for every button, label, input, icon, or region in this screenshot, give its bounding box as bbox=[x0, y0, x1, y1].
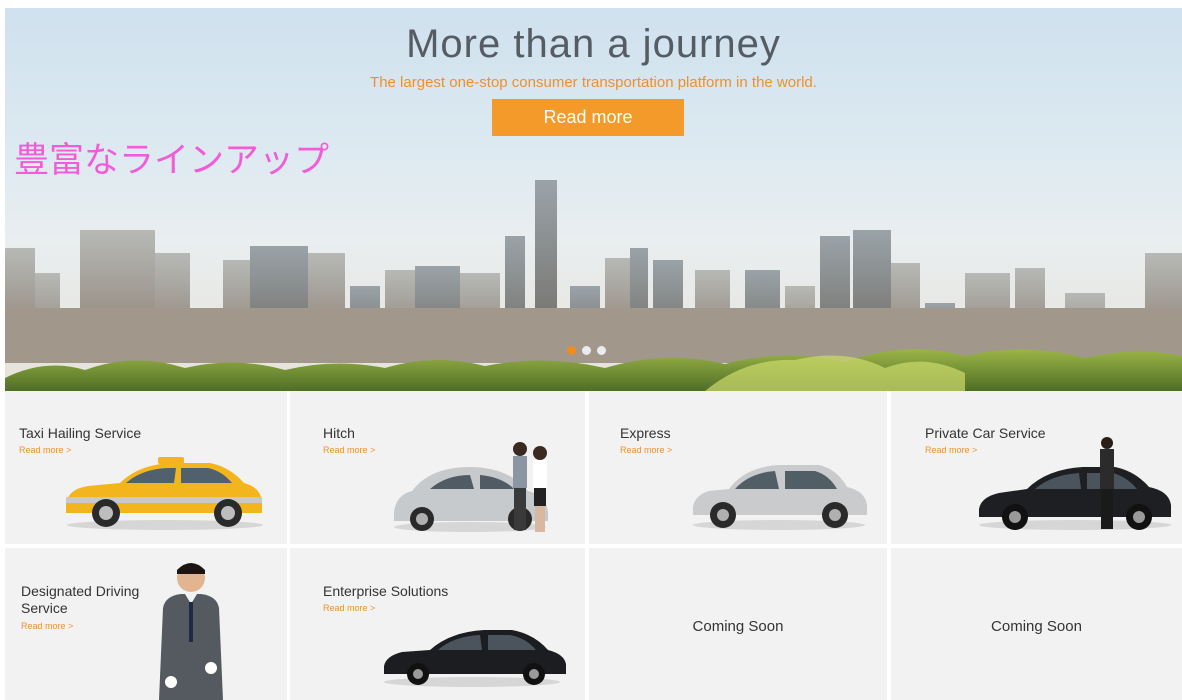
tile-read-more-link[interactable]: Read more > bbox=[21, 621, 73, 631]
tile-title: Express bbox=[620, 425, 671, 441]
service-tile-coming-soon-1: Coming Soon bbox=[589, 548, 887, 700]
service-tile-coming-soon-2: Coming Soon bbox=[891, 548, 1182, 700]
tile-read-more-link[interactable]: Read more > bbox=[925, 445, 977, 455]
tile-read-more-link[interactable]: Read more > bbox=[323, 445, 375, 455]
tile-read-more-link[interactable]: Read more > bbox=[620, 445, 672, 455]
slide-dot-2[interactable] bbox=[582, 346, 591, 355]
service-tile-taxi[interactable]: Taxi Hailing Service Read more > bbox=[5, 391, 287, 544]
tile-title: Taxi Hailing Service bbox=[19, 425, 142, 441]
hero-banner: More than a journey The largest one-stop… bbox=[5, 8, 1182, 391]
tile-title: Designated Driving Service bbox=[21, 583, 140, 616]
tile-title: Hitch bbox=[323, 425, 355, 441]
hero-title: More than a journey bbox=[406, 22, 781, 66]
coming-soon-label: Coming Soon bbox=[692, 618, 784, 635]
service-tile-express[interactable]: Express Read more > bbox=[589, 391, 887, 544]
yellow-taxi-image bbox=[66, 457, 263, 530]
service-tile-enterprise[interactable]: Enterprise Solutions Read more > bbox=[290, 548, 585, 700]
services-grid: Taxi Hailing Service Read more > Hitch R… bbox=[5, 391, 1182, 700]
hero-subtitle: The largest one-stop consumer transporta… bbox=[370, 74, 817, 91]
service-tile-private-car[interactable]: Private Car Service Read more > bbox=[891, 391, 1182, 544]
slide-dot-3[interactable] bbox=[597, 346, 606, 355]
overlay-caption: 豊富なラインアップ bbox=[14, 141, 330, 181]
silver-hatchback-image bbox=[693, 465, 867, 530]
hitch-car-couple-image bbox=[394, 442, 548, 532]
slide-dot-1[interactable] bbox=[567, 346, 576, 355]
read-more-button[interactable]: Read more bbox=[492, 99, 684, 136]
slide-indicator bbox=[567, 346, 606, 355]
black-sedan-chauffeur-image bbox=[979, 437, 1171, 530]
driver-in-suit-image bbox=[159, 563, 223, 700]
tile-read-more-link[interactable]: Read more > bbox=[323, 603, 375, 613]
black-luxury-sedan-image bbox=[384, 630, 566, 687]
service-tile-hitch[interactable]: Hitch Read more > bbox=[290, 391, 585, 544]
coming-soon-label: Coming Soon bbox=[991, 618, 1082, 635]
service-tile-designated-driving[interactable]: Designated Driving Service Read more > bbox=[5, 548, 287, 700]
tile-title: Enterprise Solutions bbox=[323, 583, 449, 599]
